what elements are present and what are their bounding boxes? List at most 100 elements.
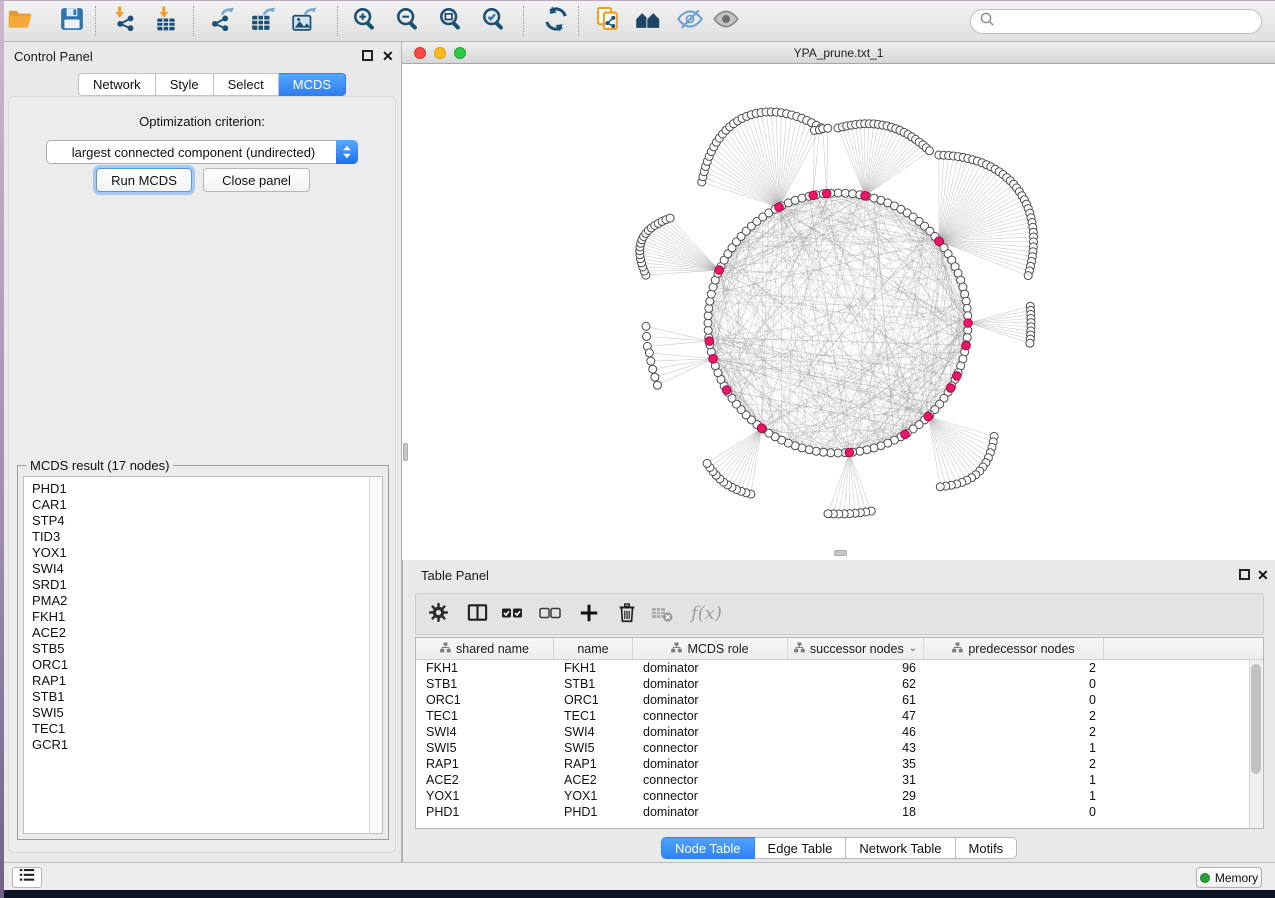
mcds-list-scrollbar[interactable] (369, 477, 382, 833)
mcds-result-title: MCDS result (17 nodes) (26, 458, 173, 473)
table-row[interactable]: STB1 STB1 dominator 62 0 (416, 676, 1249, 692)
column-header-successor-nodes[interactable]: successor nodes⌄ (788, 638, 924, 659)
open-folder-icon (7, 6, 33, 37)
mcds-result-list[interactable]: PHD1CAR1STP4TID3YOX1SWI4SRD1PMA2FKH1ACE2… (24, 477, 368, 833)
tab-motifs[interactable]: Motifs (956, 837, 1018, 859)
mcds-result-item[interactable]: STP4 (32, 513, 368, 529)
network-view-titlebar: YPA_prune.txt_1 (402, 42, 1275, 64)
close-panel-button[interactable]: Close panel (203, 168, 310, 192)
run-mcds-button[interactable]: Run MCDS (96, 168, 192, 192)
refresh-network-button[interactable] (540, 5, 572, 37)
mcds-result-item[interactable]: ACE2 (32, 625, 368, 641)
mcds-result-item[interactable]: STB1 (32, 689, 368, 705)
add-column-button[interactable] (575, 601, 603, 629)
table-row[interactable]: SWI4 SWI4 dominator 46 2 (416, 724, 1249, 740)
zoom-selected-icon (480, 5, 508, 38)
tab-node-table[interactable]: Node Table (661, 837, 755, 859)
open-file-button[interactable] (4, 5, 36, 37)
tab-mcds[interactable]: MCDS (279, 73, 346, 96)
function-builder-button[interactable]: f(x) (688, 601, 728, 629)
search-icon (979, 11, 996, 33)
import-table-button[interactable] (150, 5, 182, 37)
table-row[interactable]: RAP1 RAP1 dominator 35 2 (416, 756, 1249, 772)
duplicate-network-icon (594, 5, 622, 38)
tab-network[interactable]: Network (78, 73, 156, 96)
table-row[interactable]: ACE2 ACE2 connector 31 1 (416, 772, 1249, 788)
delete-column-button[interactable] (613, 601, 641, 629)
optimization-criterion-select[interactable]: largest connected component (undirected) (46, 140, 358, 164)
mcds-result-item[interactable]: TID3 (32, 529, 368, 545)
close-panel-icon[interactable]: ✕ (382, 51, 394, 62)
mcds-result-item[interactable]: YOX1 (32, 545, 368, 561)
houses-icon (634, 5, 662, 38)
mcds-result-item[interactable]: ORC1 (32, 657, 368, 673)
export-table-icon (250, 6, 276, 37)
mcds-result-item[interactable]: STB5 (32, 641, 368, 657)
houses-button[interactable] (632, 5, 664, 37)
table-row[interactable]: PHD1 PHD1 dominator 18 0 (416, 804, 1249, 820)
column-header-name[interactable]: name (554, 638, 633, 659)
mcds-result-item[interactable]: PMA2 (32, 593, 368, 609)
mcds-result-item[interactable]: FKH1 (32, 609, 368, 625)
table-row[interactable]: FKH1 FKH1 dominator 96 2 (416, 660, 1249, 676)
columns-icon (466, 601, 489, 629)
duplicate-network-button[interactable] (592, 5, 624, 37)
mcds-result-item[interactable]: CAR1 (32, 497, 368, 513)
import-table-icon (153, 6, 179, 37)
export-image-button[interactable] (288, 5, 320, 37)
mcds-result-item[interactable]: PHD1 (32, 481, 368, 497)
tab-network-table[interactable]: Network Table (846, 837, 955, 859)
search-field[interactable] (970, 9, 1262, 34)
network-hscrollbar-thumb[interactable] (834, 550, 847, 556)
export-table-button[interactable] (247, 5, 279, 37)
memory-button[interactable]: Memory (1196, 867, 1262, 888)
select-all-rows-button[interactable] (498, 601, 526, 629)
float-table-panel-icon[interactable] (1239, 569, 1250, 580)
trash-icon (616, 602, 638, 629)
table-row[interactable]: YOX1 YOX1 connector 29 1 (416, 788, 1249, 804)
tab-style[interactable]: Style (156, 73, 214, 96)
import-network-button[interactable] (108, 5, 140, 37)
mcds-result-item[interactable]: RAP1 (32, 673, 368, 689)
network-vscrollbar-thumb[interactable] (403, 443, 408, 461)
save-session-button[interactable] (56, 5, 88, 37)
column-header-predecessor-nodes[interactable]: predecessor nodes (924, 638, 1104, 659)
mcds-result-item[interactable]: SWI5 (32, 705, 368, 721)
zoom-in-button[interactable] (349, 5, 381, 37)
show-all-button[interactable] (710, 5, 742, 37)
column-header-mcds-role[interactable]: MCDS role (633, 638, 788, 659)
table-row[interactable]: ORC1 ORC1 dominator 61 0 (416, 692, 1249, 708)
zoom-out-button[interactable] (392, 5, 424, 37)
tab-edge-table[interactable]: Edge Table (755, 837, 847, 859)
hide-selected-button[interactable] (674, 5, 706, 37)
zoom-selected-button[interactable] (478, 5, 510, 37)
task-history-button[interactable] (12, 867, 42, 888)
memory-label: Memory (1215, 871, 1258, 885)
table-row[interactable]: TEC1 TEC1 connector 47 2 (416, 708, 1249, 724)
table-scrollbar-thumb[interactable] (1251, 664, 1261, 774)
table-settings-button[interactable] (424, 601, 452, 629)
table-panel-title: Table Panel (421, 568, 489, 583)
table-scrollbar[interactable] (1249, 660, 1263, 828)
float-window-icon[interactable] (362, 50, 373, 61)
mcds-result-item[interactable]: SWI4 (32, 561, 368, 577)
memory-status-dot (1200, 873, 1210, 883)
deselect-all-rows-button[interactable] (536, 601, 564, 629)
zoom-fit-button[interactable] (435, 5, 467, 37)
export-network-button[interactable] (206, 5, 238, 37)
mcds-result-item[interactable]: SRD1 (32, 577, 368, 593)
table-row[interactable]: SWI5 SWI5 connector 43 1 (416, 740, 1249, 756)
column-header-filler (1104, 638, 1263, 659)
svg-text:f(x): f(x) (689, 603, 722, 624)
mcds-result-item[interactable]: GCR1 (32, 737, 368, 753)
search-input[interactable] (996, 12, 1261, 32)
network-canvas[interactable] (402, 64, 1275, 558)
column-header-shared-name[interactable]: shared name (416, 638, 554, 659)
mcds-result-item[interactable]: TEC1 (32, 721, 368, 737)
close-table-panel-icon[interactable]: ✕ (1257, 570, 1269, 581)
show-columns-button[interactable] (463, 601, 491, 629)
delete-table-button[interactable] (648, 601, 676, 629)
toolbar-separator (193, 6, 194, 36)
tab-select[interactable]: Select (214, 73, 279, 96)
control-panel-title: Control Panel (14, 49, 93, 64)
